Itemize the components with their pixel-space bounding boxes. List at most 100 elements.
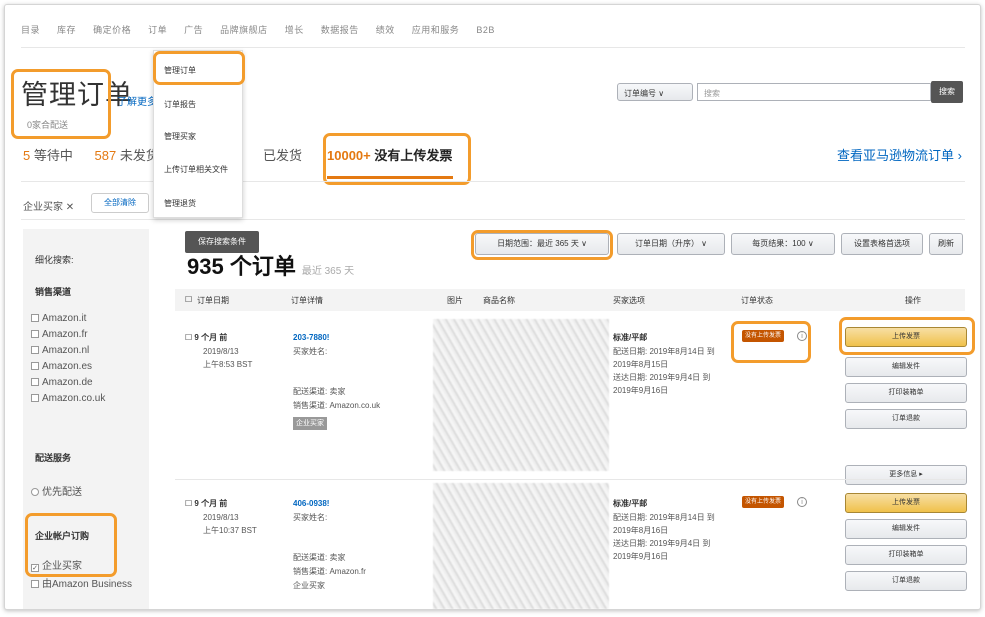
search-button[interactable]: 搜索 bbox=[931, 81, 963, 103]
nav-item[interactable]: 绩效 bbox=[376, 25, 395, 35]
channel-heading: 销售渠道 bbox=[35, 287, 72, 297]
menu-item-order-reports[interactable]: 订单报告 bbox=[164, 99, 196, 110]
shipping-option: 标准/平邮 bbox=[613, 333, 648, 342]
radio[interactable] bbox=[31, 488, 39, 496]
edit-shipment-button[interactable]: 编辑发件 bbox=[845, 519, 967, 539]
search-type-select[interactable]: 订单编号 ∨ bbox=[617, 83, 693, 101]
menu-item-manage-returns[interactable]: 管理退货 bbox=[164, 198, 196, 209]
nav-item[interactable]: 确定价格 bbox=[93, 25, 131, 35]
checkbox[interactable] bbox=[31, 330, 39, 338]
order-date: 2019/8/13 bbox=[203, 513, 239, 522]
amazon-business-option[interactable]: 由Amazon Business bbox=[31, 575, 132, 590]
col-order-details: 订单详情 bbox=[291, 296, 323, 305]
order-id-link[interactable]: 203-7880! bbox=[293, 331, 329, 344]
nav-item[interactable]: 目录 bbox=[21, 25, 40, 35]
order-id-link[interactable]: 406-0938! bbox=[293, 497, 329, 510]
fba-orders-link[interactable]: 查看亚马逊物流订单 › bbox=[837, 145, 962, 164]
order-age: ☐ 9 个月 前 bbox=[185, 499, 228, 508]
highlight-box bbox=[731, 321, 811, 363]
clear-all-button[interactable]: 全部清除 bbox=[91, 193, 149, 213]
channel-option[interactable]: Amazon.co.uk bbox=[31, 393, 105, 404]
nav-item-orders[interactable]: 订单 bbox=[148, 25, 167, 35]
info-icon[interactable]: i bbox=[797, 331, 807, 341]
checkbox[interactable] bbox=[31, 580, 39, 588]
remove-filter-icon[interactable]: ✕ bbox=[66, 202, 74, 213]
search-input[interactable]: 搜索 bbox=[697, 83, 931, 101]
table-header: ☐ 订单日期 订单详情 图片 商品名称 买家选项 订单状态 操作 bbox=[175, 289, 965, 311]
menu-item-manage-orders[interactable]: 管理订单 bbox=[164, 65, 196, 76]
checkbox[interactable] bbox=[31, 394, 39, 402]
info-icon[interactable]: i bbox=[797, 497, 807, 507]
table-prefs-button[interactable]: 设置表格首选项 bbox=[841, 233, 923, 255]
more-info-button[interactable]: 更多信息 ▸ bbox=[845, 465, 967, 485]
product-image bbox=[433, 319, 609, 471]
sort-select[interactable]: 订单日期（升序） ∨ bbox=[617, 233, 725, 255]
nav-item[interactable]: 应用和服务 bbox=[412, 25, 460, 35]
checkbox[interactable] bbox=[31, 362, 39, 370]
buyer-name: 买家姓名: bbox=[293, 347, 328, 356]
nav-item[interactable]: 品牌旗舰店 bbox=[220, 25, 268, 35]
active-tab-indicator bbox=[327, 176, 453, 179]
window-frame: 目录 库存 确定价格 订单 广告 品牌旗舰店 增长 数据报告 绩效 应用和服务 … bbox=[4, 4, 981, 610]
checkbox[interactable] bbox=[31, 314, 39, 322]
nav-item[interactable]: B2B bbox=[476, 25, 495, 35]
date-range-select[interactable]: 日期范围：最近 365 天 ∨ bbox=[475, 233, 609, 255]
delivery-date: 送达日期: 2019年9月4日 到 bbox=[613, 373, 711, 382]
ship-date-end: 2019年8月15日 bbox=[613, 360, 669, 369]
nav-item[interactable]: 数据报告 bbox=[321, 25, 359, 35]
shipping-option: 标准/平邮 bbox=[613, 499, 648, 508]
upload-invoice-button[interactable]: 上传发票 bbox=[845, 327, 967, 347]
top-navigation: 目录 库存 确定价格 订单 广告 品牌旗舰店 增长 数据报告 绩效 应用和服务 … bbox=[21, 23, 509, 41]
delivery-date: 送达日期: 2019年9月4日 到 bbox=[613, 539, 711, 548]
col-customer-option: 买家选项 bbox=[613, 296, 645, 305]
refund-order-button[interactable]: 订单退款 bbox=[845, 409, 967, 429]
per-page-select[interactable]: 每页结果：100 ∨ bbox=[731, 233, 835, 255]
tab-shipped[interactable]: 已发货 bbox=[263, 145, 302, 164]
delivery-heading: 配送服务 bbox=[35, 453, 72, 463]
delivery-option[interactable]: 优先配送 bbox=[31, 483, 82, 498]
orders-dropdown-menu: 管理订单 订单报告 管理买家 上传订单相关文件 管理退货 bbox=[153, 50, 243, 218]
checkbox[interactable] bbox=[31, 378, 39, 386]
row-divider bbox=[175, 479, 965, 480]
product-image bbox=[433, 483, 609, 609]
ship-date-end: 2019年8月16日 bbox=[613, 526, 669, 535]
print-packing-slip-button[interactable]: 打印装箱单 bbox=[845, 545, 967, 565]
col-order-date[interactable]: 订单日期 bbox=[197, 295, 229, 306]
print-packing-slip-button[interactable]: 打印装箱单 bbox=[845, 383, 967, 403]
channel-option[interactable]: Amazon.it bbox=[31, 313, 86, 324]
select-all-checkbox[interactable]: ☐ bbox=[185, 295, 192, 304]
order-time: 上午10:37 BST bbox=[203, 526, 257, 535]
tab-no-invoice[interactable]: 10000+ 没有上传发票 bbox=[327, 145, 452, 164]
divider bbox=[21, 47, 965, 48]
channel-option[interactable]: Amazon.es bbox=[31, 361, 92, 372]
nav-item[interactable]: 广告 bbox=[184, 25, 203, 35]
status-badge: 没有上传发票 bbox=[742, 496, 785, 508]
page-subtitle: 0家合配送 bbox=[27, 120, 69, 130]
active-filter: 企业买家 ✕ bbox=[23, 202, 75, 213]
learn-more-link[interactable]: 了解更多 bbox=[117, 93, 157, 108]
channel-option[interactable]: Amazon.nl bbox=[31, 345, 89, 356]
tab-pending[interactable]: 5 等待中 bbox=[23, 148, 73, 163]
edit-shipment-button[interactable]: 编辑发件 bbox=[845, 357, 967, 377]
menu-item-manage-buyers[interactable]: 管理买家 bbox=[164, 131, 196, 142]
business-buyer-option[interactable]: ✓ 企业买家 bbox=[31, 557, 82, 572]
col-actions: 操作 bbox=[905, 296, 921, 305]
upload-invoice-button[interactable]: 上传发票 bbox=[845, 493, 967, 513]
divider bbox=[21, 219, 965, 220]
business-tag: 企业买家 bbox=[293, 581, 325, 590]
tab-unshipped[interactable]: 587 未发货 bbox=[95, 148, 159, 163]
nav-item[interactable]: 增长 bbox=[285, 25, 304, 35]
nav-item[interactable]: 库存 bbox=[57, 25, 76, 35]
checkbox[interactable] bbox=[31, 346, 39, 354]
business-tag: 企业买家 bbox=[293, 417, 327, 430]
refund-order-button[interactable]: 订单退款 bbox=[845, 571, 967, 591]
checkbox-checked[interactable]: ✓ bbox=[31, 564, 39, 572]
menu-item-upload-docs[interactable]: 上传订单相关文件 bbox=[164, 164, 228, 175]
refresh-button[interactable]: 刷新 bbox=[929, 233, 963, 255]
delivery-date-end: 2019年9月16日 bbox=[613, 552, 669, 561]
channel-option[interactable]: Amazon.de bbox=[31, 377, 93, 388]
buyer-name: 买家姓名: bbox=[293, 513, 328, 522]
order-count: 935 个订单 最近 365 天 bbox=[187, 254, 355, 279]
col-image: 图片 bbox=[447, 296, 463, 305]
channel-option[interactable]: Amazon.fr bbox=[31, 329, 88, 340]
